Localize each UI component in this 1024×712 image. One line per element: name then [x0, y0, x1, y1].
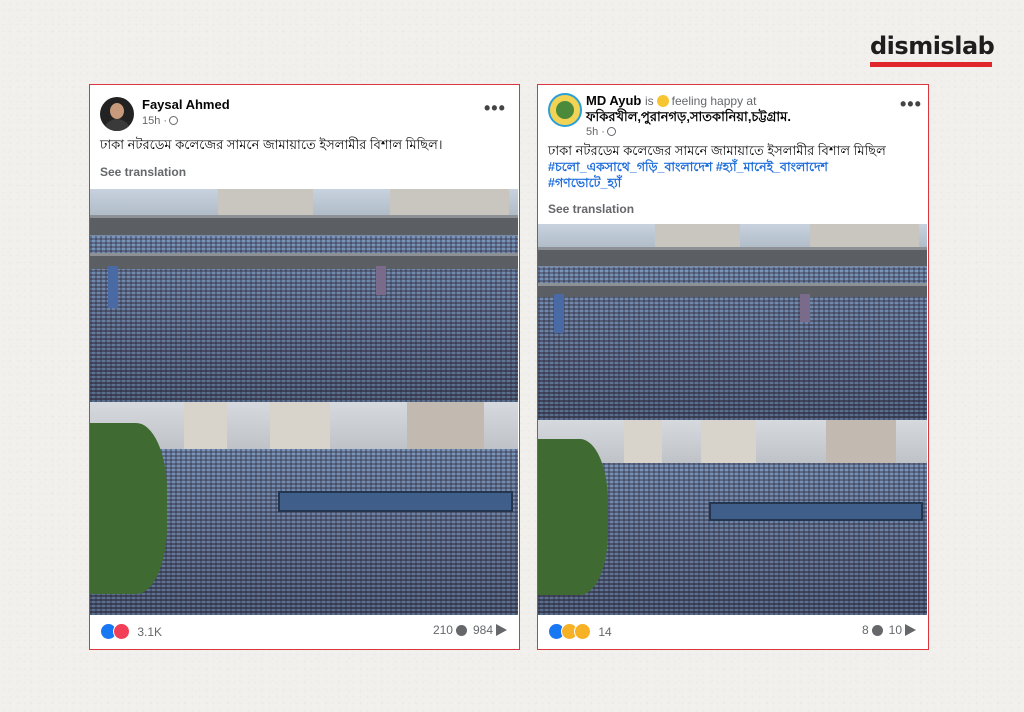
- hashtags-line-2[interactable]: #গণভোটে_হ্যাঁ: [548, 175, 621, 191]
- reactions-summary[interactable]: 14: [548, 623, 612, 640]
- comment-icon: [871, 625, 883, 636]
- reactions-summary[interactable]: 3.1K: [100, 623, 163, 640]
- see-translation-link[interactable]: See translation: [548, 202, 634, 216]
- globe-icon: [169, 116, 179, 125]
- see-translation-link[interactable]: See translation: [100, 165, 186, 179]
- reaction-count: 3.1K: [137, 625, 163, 639]
- happy-emoji-icon: [656, 95, 669, 107]
- share-icon: [905, 624, 916, 636]
- avatar[interactable]: [100, 97, 134, 131]
- dismislab-logo: dismislab: [870, 32, 995, 67]
- post-text: ঢাকা নটরডেম কলেজের সামনে জামায়াতে ইসলাম…: [548, 143, 886, 158]
- more-options-icon[interactable]: •••: [900, 95, 922, 113]
- location-link[interactable]: ফকিরখীল,পুরানগড়,সাতকানিয়া,চট্টগ্রাম.: [586, 108, 791, 129]
- author-name[interactable]: MD Ayub: [586, 93, 641, 108]
- facebook-post-2: MD Ayub is feeling happy at ফকিরখীল,পুরান…: [537, 84, 929, 650]
- share-count[interactable]: 10: [889, 623, 902, 637]
- post-photo[interactable]: [90, 189, 518, 615]
- post-text: ঢাকা নটরডেম কলেজের সামনে জামায়াতে ইসলাম…: [100, 137, 443, 152]
- share-icon: [496, 624, 507, 636]
- facebook-post-1: Faysal Ahmed 15h · ••• ঢাকা নটরডেম কলেজে…: [89, 84, 520, 650]
- avatar[interactable]: [548, 93, 582, 127]
- comment-count[interactable]: 210: [433, 623, 453, 637]
- share-count[interactable]: 984: [473, 623, 493, 637]
- love-reaction-icon: [113, 623, 130, 640]
- post-time[interactable]: 15h ·: [142, 115, 179, 127]
- hashtags-line-1[interactable]: #চলো_একসাথে_গড়ি_বাংলাদেশ #হ্যাঁ_মানেই_ব…: [548, 159, 828, 175]
- feeling-status: feeling happy at: [671, 94, 757, 108]
- more-options-icon[interactable]: •••: [484, 99, 506, 117]
- author-name[interactable]: Faysal Ahmed: [142, 97, 230, 112]
- photo-top-half: [90, 189, 518, 402]
- reaction-count: 14: [598, 625, 612, 639]
- photo-top-half: [538, 224, 927, 420]
- care-reaction-icon: [574, 623, 591, 640]
- photo-bottom-half: [90, 402, 518, 615]
- engagement-counts: 210 984: [433, 623, 507, 637]
- post-time[interactable]: 5h ·: [586, 126, 616, 138]
- globe-icon: [606, 127, 616, 136]
- author-status: MD Ayub is feeling happy at: [586, 93, 757, 108]
- brand-name: dismislab: [870, 32, 995, 60]
- post-footer: 3.1K 210 984: [90, 613, 519, 649]
- comment-icon: [455, 625, 467, 636]
- photo-bottom-half: [538, 419, 927, 615]
- engagement-counts: 8 10: [862, 623, 916, 637]
- post-footer: 14 8 10: [538, 613, 928, 649]
- brand-underline: [870, 62, 992, 67]
- post-photo[interactable]: [538, 224, 927, 615]
- comment-count[interactable]: 8: [862, 623, 869, 637]
